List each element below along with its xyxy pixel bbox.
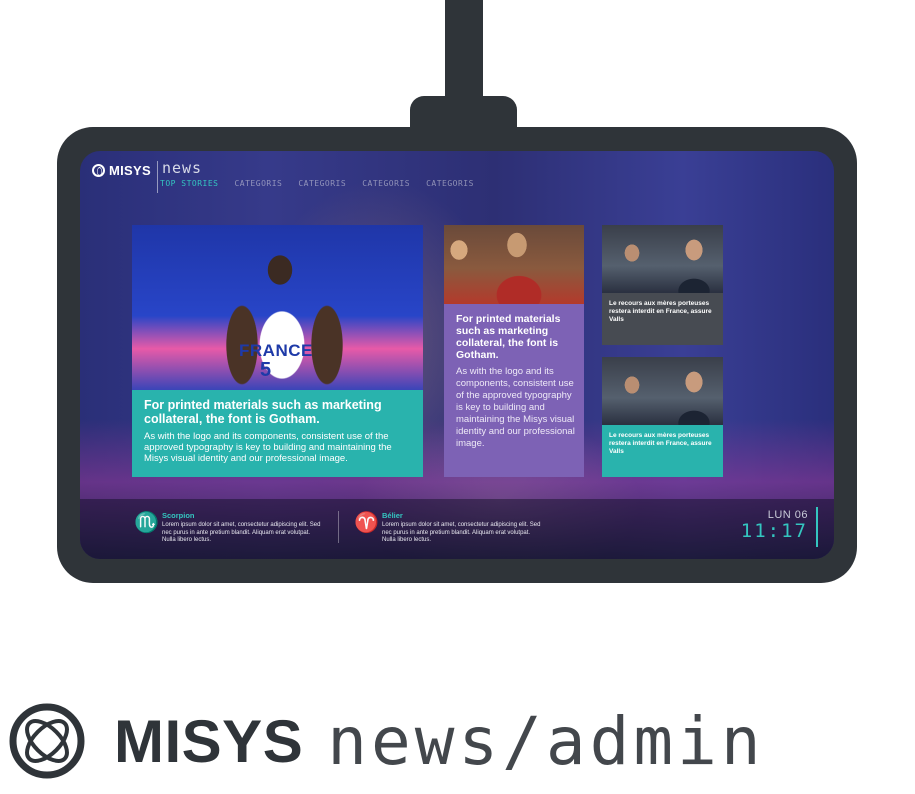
small-story-caption: Le recours aux mères porteuses restera i… — [609, 300, 712, 323]
mount-pole — [445, 0, 483, 110]
tab-top-stories[interactable]: TOP STORIES — [160, 179, 218, 188]
secondary-story-text: For printed materials such as marketing … — [456, 313, 576, 450]
secondary-story-photo — [444, 225, 584, 304]
featured-story-card[interactable]: FRANCE 5 For printed materials such as m… — [132, 225, 423, 477]
featured-story-text: For printed materials such as marketing … — [132, 390, 423, 477]
aries-icon: ♈ — [354, 512, 379, 534]
horoscope-item: ♈ Bélier Lorem ipsum dolor sit amet, con… — [354, 511, 544, 545]
small-story-photo — [602, 357, 723, 425]
product-name: news — [161, 159, 203, 177]
footer-brand: MISYS news/admin — [8, 698, 765, 784]
tab-category-4[interactable]: CATEGORIS — [426, 179, 474, 188]
brand-name: MISYS — [109, 163, 151, 178]
small-story-photo — [602, 225, 723, 293]
horoscope-divider — [338, 511, 339, 543]
footer-brand-name: MISYS — [114, 707, 304, 775]
jersey-text: FRANCE — [239, 341, 313, 360]
horoscope-text: Lorem ipsum dolor sit amet, consectetur … — [382, 522, 541, 543]
misys-logo-icon — [92, 164, 105, 177]
clock-time: 11:17 — [740, 520, 808, 542]
tab-category-1[interactable]: CATEGORIS — [234, 179, 282, 188]
misys-logo-icon — [9, 703, 85, 779]
secondary-story-headline: For printed materials such as marketing … — [456, 313, 561, 361]
secondary-story-card[interactable]: For printed materials such as marketing … — [444, 225, 584, 477]
small-story-caption: Le recours aux mères porteuses restera i… — [602, 425, 723, 477]
category-tabs: TOP STORIES CATEGORIS CATEGORIS CATEGORI… — [160, 179, 474, 188]
tab-category-3[interactable]: CATEGORIS — [362, 179, 410, 188]
featured-story-body: As with the logo and its components, con… — [144, 431, 392, 464]
secondary-story-body: As with the logo and its components, con… — [456, 366, 575, 449]
small-story-card[interactable]: Le recours aux mères porteuses restera i… — [602, 357, 723, 477]
small-story-card[interactable]: Le recours aux mères porteuses restera i… — [602, 225, 723, 345]
misys-logo: MISYS — [92, 163, 151, 178]
horoscope-sign: Scorpion — [162, 511, 195, 520]
clock-accent-bar — [816, 507, 818, 547]
horoscope-sign: Bélier — [382, 511, 403, 520]
horoscope-item: ♏ Scorpion Lorem ipsum dolor sit amet, c… — [134, 511, 324, 545]
footer-brand-suffix: news/admin — [327, 702, 765, 780]
horoscope-text: Lorem ipsum dolor sit amet, consectetur … — [162, 522, 321, 543]
featured-story-headline: For printed materials such as marketing … — [144, 398, 382, 426]
featured-story-photo: FRANCE 5 — [132, 225, 423, 390]
scorpio-icon: ♏ — [134, 512, 159, 534]
clock: LUN 06 11:17 — [741, 509, 808, 541]
jersey-number: 5 — [260, 359, 272, 381]
screen-footer: ♏ Scorpion Lorem ipsum dolor sit amet, c… — [80, 501, 834, 559]
tab-category-2[interactable]: CATEGORIS — [298, 179, 346, 188]
header-divider — [156, 161, 158, 193]
display-screen: MISYS news TOP STORIES CATEGORIS CATEGOR… — [80, 151, 834, 559]
